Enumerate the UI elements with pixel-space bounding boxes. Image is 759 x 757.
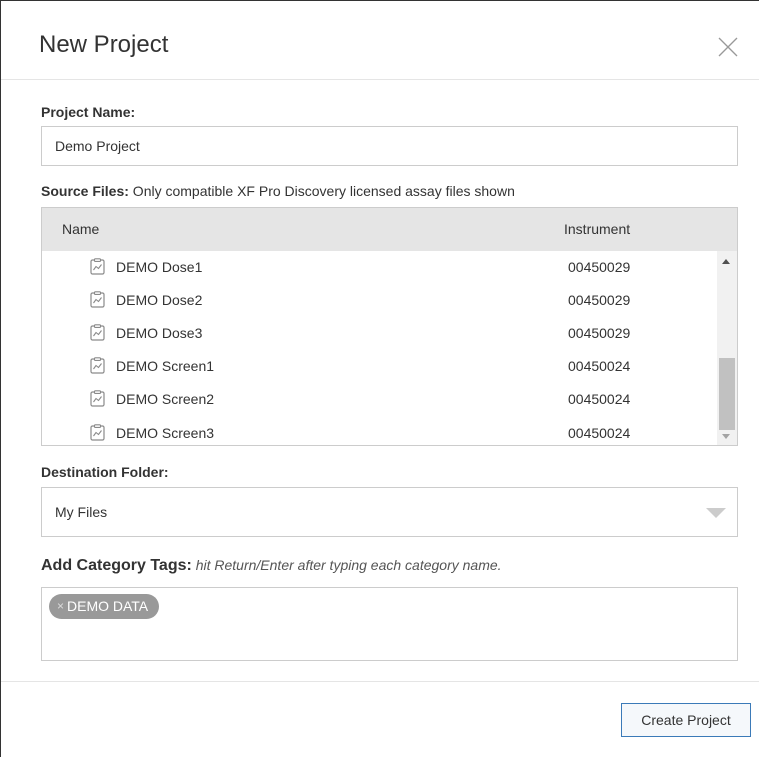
new-project-dialog: New Project Project Name: Source Files: … [0, 0, 759, 757]
destination-folder-value: My Files [55, 504, 108, 520]
category-tag-label: DEMO DATA [67, 598, 149, 614]
dialog-title: New Project [39, 31, 169, 58]
destination-folder-label: Destination Folder: [41, 464, 169, 480]
file-instrument: 00450024 [568, 391, 631, 407]
category-tag: × DEMO DATA [49, 594, 160, 619]
category-tags-hint: hit Return/Enter after typing each categ… [191, 557, 502, 573]
file-name: DEMO Dose2 [116, 292, 203, 308]
assay-file-icon [90, 390, 105, 407]
dropdown-caret-icon [706, 508, 726, 518]
file-instrument: 00450029 [568, 325, 631, 341]
source-files-label: Source Files: Only compatible XF Pro Dis… [41, 183, 515, 199]
scroll-down-arrow-icon[interactable] [722, 434, 730, 439]
table-scrollbar[interactable] [717, 251, 737, 445]
file-instrument: 00450029 [568, 259, 631, 275]
file-name: DEMO Screen3 [116, 425, 215, 441]
table-row[interactable]: DEMO Screen2 00450024 [42, 383, 717, 416]
category-tags-label: Add Category Tags: hit Return/Enter afte… [41, 557, 502, 575]
table-header: Name Instrument [42, 208, 737, 251]
file-name: DEMO Dose1 [116, 259, 203, 275]
file-instrument: 00450029 [568, 292, 631, 308]
project-name-input[interactable] [41, 126, 738, 166]
category-tags-input[interactable]: × DEMO DATA [41, 587, 738, 661]
assay-file-icon [90, 424, 105, 441]
source-files-note: Only compatible XF Pro Discovery license… [128, 183, 515, 199]
table-row[interactable]: DEMO Screen3 00450024 [42, 417, 717, 445]
column-header-name[interactable]: Name [62, 221, 99, 237]
tag-remove-icon[interactable]: × [57, 594, 64, 619]
table-row[interactable]: DEMO Dose3 00450029 [42, 317, 717, 350]
category-tags-label-text: Add Category Tags: [41, 557, 192, 574]
dialog-header: New Project [1, 1, 759, 80]
create-project-button[interactable]: Create Project [621, 703, 751, 737]
destination-folder-select[interactable]: My Files [41, 487, 738, 537]
table-row[interactable]: DEMO Dose1 00450029 [42, 251, 717, 284]
file-name: DEMO Dose3 [116, 325, 203, 341]
file-instrument: 00450024 [568, 425, 631, 441]
table-row[interactable]: DEMO Dose2 00450029 [42, 284, 717, 317]
source-files-table: Name Instrument DEMO Dose1 00450029 DEMO… [41, 207, 738, 446]
scroll-thumb[interactable] [719, 358, 735, 430]
assay-file-icon [90, 258, 105, 275]
project-name-label: Project Name: [41, 104, 136, 120]
column-header-instrument[interactable]: Instrument [564, 221, 630, 237]
source-files-label-text: Source Files: [41, 183, 129, 199]
assay-file-icon [90, 357, 105, 374]
table-body: DEMO Dose1 00450029 DEMO Dose2 00450029 … [42, 251, 717, 445]
close-icon[interactable] [715, 34, 741, 60]
table-row[interactable]: DEMO Screen1 00450024 [42, 350, 717, 383]
scroll-up-arrow-icon[interactable] [722, 259, 730, 264]
assay-file-icon [90, 324, 105, 341]
file-instrument: 00450024 [568, 358, 631, 374]
file-name: DEMO Screen2 [116, 391, 215, 407]
file-name: DEMO Screen1 [116, 358, 215, 374]
assay-file-icon [90, 291, 105, 308]
